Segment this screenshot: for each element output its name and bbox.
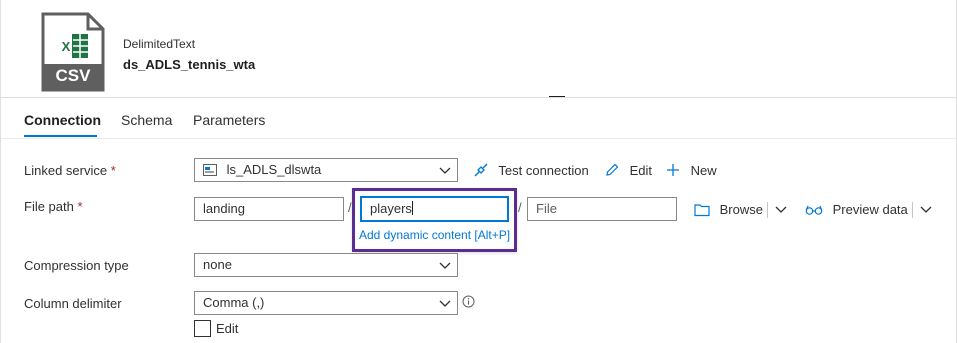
tabs-divider [1,138,956,139]
preview-options-chevron-icon[interactable] [919,202,933,221]
new-label: New [690,163,717,178]
tab-connection[interactable]: Connection [24,112,101,128]
compression-type-dropdown[interactable]: none [194,253,458,277]
active-tab-indicator [24,135,97,137]
dataset-name: ds_ADLS_tennis_wta [123,57,256,72]
csv-icon-label: CSV [55,66,91,85]
pencil-icon [604,162,620,181]
chevron-down-icon [439,258,451,272]
column-delimiter-value: Comma (,) [203,295,265,310]
info-icon[interactable] [462,295,475,313]
file-path-label: File path * [24,199,83,214]
divider [912,202,913,218]
path-separator: / [518,200,522,215]
column-delimiter-label: Column delimiter [24,296,122,311]
browse-options-chevron-icon[interactable] [774,202,788,221]
svg-text:X: X [62,39,71,54]
file-path-label-text: File path [24,199,74,214]
new-linked-service-button[interactable]: New [665,162,717,181]
edit-delimiter-checkbox[interactable] [194,320,211,337]
header-divider [1,97,956,98]
test-connection-button[interactable]: Test connection [473,162,589,181]
storage-icon [203,164,217,179]
tab-schema[interactable]: Schema [121,112,172,128]
chevron-down-icon [439,296,451,310]
csv-file-icon: X CSV [40,12,106,92]
file-input[interactable]: File [527,197,677,221]
edit-label: Edit [629,163,653,178]
folder-icon [694,203,710,220]
linked-service-dropdown[interactable]: ls_ADLS_dlswta [194,158,458,182]
preview-data-button[interactable]: Preview data [805,202,908,220]
compression-type-value: none [203,257,232,272]
divider [767,202,768,218]
linked-service-value: ls_ADLS_dlswta [226,162,322,177]
compression-type-label: Compression type [24,258,129,273]
required-mark: * [110,163,116,178]
directory-value: players [370,201,412,216]
column-delimiter-dropdown[interactable]: Comma (,) [194,291,458,315]
browse-label: Browse [719,202,763,217]
tab-parameters[interactable]: Parameters [193,112,265,128]
directory-input[interactable]: players [360,196,509,222]
text-cursor [411,201,413,215]
plus-icon [665,162,681,181]
add-dynamic-content-link[interactable]: Add dynamic content [Alt+P] [359,228,510,242]
panel-left-border [0,0,1,343]
dataset-type: DelimitedText [123,37,196,51]
required-mark: * [77,199,83,214]
plug-icon [473,162,489,181]
edit-linked-service-button[interactable]: Edit [604,162,652,181]
linked-service-label: Linked service * [24,163,116,178]
test-connection-label: Test connection [498,163,589,178]
glasses-icon [805,203,823,220]
preview-data-label: Preview data [832,202,908,217]
edit-delimiter-label: Edit [216,321,239,336]
container-input[interactable]: landing [194,197,344,221]
chevron-down-icon [439,163,451,177]
browse-button[interactable]: Browse [694,202,763,220]
linked-service-label-text: Linked service [24,163,108,178]
